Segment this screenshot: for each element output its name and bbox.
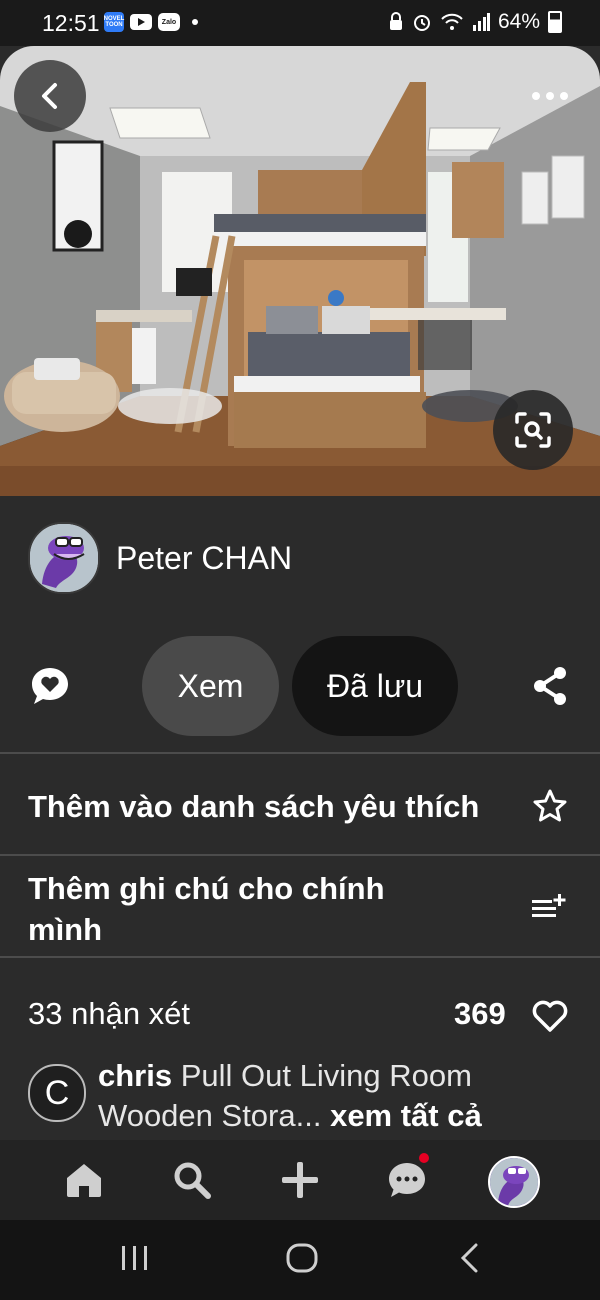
nav-profile-avatar[interactable]	[488, 1156, 540, 1208]
divider	[0, 752, 600, 754]
lens-search-icon	[515, 412, 551, 448]
recent-apps-icon[interactable]	[120, 1242, 150, 1274]
author-avatar[interactable]	[28, 522, 100, 594]
comment-bubble-icon[interactable]	[30, 666, 70, 706]
plus-icon	[282, 1162, 318, 1198]
wifi-icon	[441, 13, 463, 30]
likes-count: 369	[454, 996, 506, 1031]
unread-dot-icon	[419, 1153, 429, 1163]
share-icon[interactable]	[532, 666, 568, 706]
heart-icon[interactable]	[532, 1000, 568, 1032]
system-navigation-bar	[0, 1220, 600, 1300]
more-horizontal-icon	[532, 92, 540, 100]
nav-create[interactable]	[278, 1158, 322, 1202]
chevron-left-icon	[42, 83, 57, 109]
dragon-avatar-icon	[30, 524, 98, 592]
notification-dot-icon	[192, 19, 198, 25]
nav-search[interactable]	[170, 1158, 214, 1202]
see-all-link[interactable]: xem tất cả	[330, 1098, 482, 1133]
commenter-avatar[interactable]: C	[28, 1064, 86, 1122]
more-options-button[interactable]	[530, 82, 570, 110]
home-icon	[67, 1164, 101, 1197]
status-time: 12:51	[42, 10, 100, 36]
divider	[0, 854, 600, 856]
alarm-icon	[413, 15, 430, 31]
search-icon	[174, 1162, 211, 1199]
back-button[interactable]	[14, 60, 86, 132]
divider	[0, 956, 600, 958]
home-circle-icon[interactable]	[285, 1242, 319, 1274]
bottom-navigation	[0, 1140, 600, 1220]
add-to-favorites-label[interactable]: Thêm vào danh sách yêu thích	[28, 786, 508, 827]
nav-messages[interactable]	[385, 1153, 429, 1202]
comment-text: chris Pull Out Living Room Wooden Stora.…	[98, 1056, 558, 1136]
battery-percent: 64%	[497, 10, 540, 33]
status-system-icons: 64%	[388, 10, 562, 34]
novel-toon-icon: NOVEL TOON	[104, 12, 124, 32]
youtube-icon	[130, 14, 152, 30]
lock-icon	[389, 12, 402, 30]
status-bar: 12:51 NOVEL TOON Zalo 64%	[0, 0, 600, 46]
author-name[interactable]: Peter CHAN	[116, 540, 292, 577]
action-row: Xem Đã lưu	[0, 636, 600, 736]
commenter-name[interactable]: chris	[98, 1058, 172, 1093]
back-arrow-icon[interactable]	[458, 1242, 482, 1274]
signal-icon	[472, 13, 490, 31]
chat-icon	[389, 1163, 425, 1197]
battery-icon	[548, 11, 562, 33]
status-app-icons: NOVEL TOON Zalo	[104, 12, 198, 32]
star-icon[interactable]	[532, 788, 568, 824]
add-note-label[interactable]: Thêm ghi chú cho chính mình	[28, 868, 448, 950]
view-button[interactable]: Xem	[142, 636, 279, 736]
saved-button[interactable]: Đã lưu	[292, 636, 458, 736]
add-note-icon[interactable]	[532, 892, 568, 922]
nav-home[interactable]	[62, 1158, 106, 1202]
comments-count[interactable]: 33 nhận xét	[28, 996, 190, 1032]
zalo-icon: Zalo	[158, 13, 180, 31]
visual-search-button[interactable]	[493, 390, 573, 470]
dragon-avatar-icon	[490, 1158, 538, 1206]
author-row[interactable]: Peter CHAN	[28, 522, 292, 594]
